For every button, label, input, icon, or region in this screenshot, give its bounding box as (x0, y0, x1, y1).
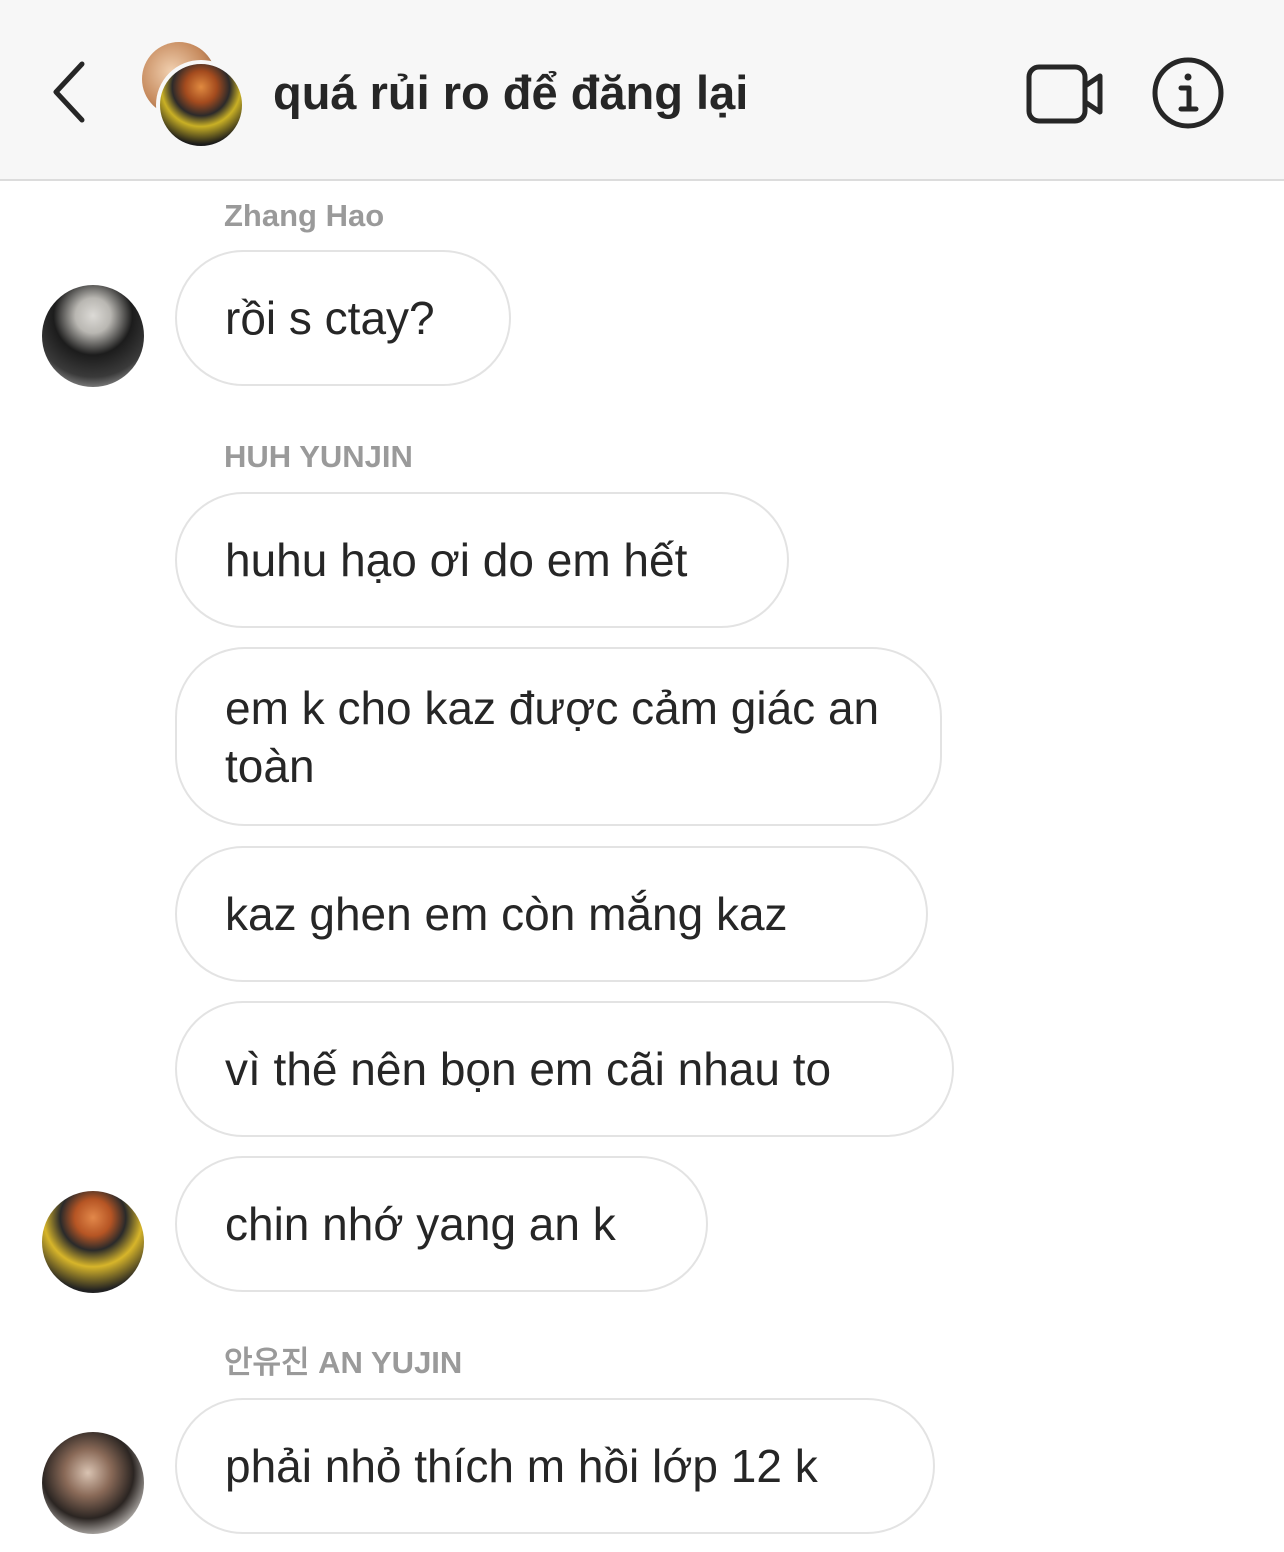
video-call-button[interactable] (1020, 58, 1108, 130)
back-button[interactable] (40, 52, 100, 132)
message-text: rồi s ctay? (225, 292, 435, 344)
message-bubble[interactable]: em k cho kaz được cảm giác an toàn (175, 647, 942, 826)
video-camera-icon (1026, 64, 1103, 124)
chat-title[interactable]: quá rủi ro để đăng lại (273, 62, 748, 124)
avatar[interactable] (42, 1191, 144, 1293)
message-bubble[interactable]: vì thế nên bọn em cãi nhau to (175, 1001, 954, 1137)
sender-name: 안유진 AN YUJIN (224, 1345, 463, 1380)
message-bubble[interactable]: kaz ghen em còn mắng kaz (175, 846, 928, 982)
message-text: phải nhỏ thích m hồi lớp 12 k (225, 1440, 818, 1492)
info-button[interactable] (1150, 55, 1226, 131)
message-text: vì thế nên bọn em cãi nhau to (225, 1043, 832, 1095)
group-avatar[interactable] (138, 40, 248, 150)
message-bubble[interactable]: rồi s ctay? (175, 250, 511, 386)
message-text: huhu hạo ơi do em hết (225, 534, 688, 586)
message-bubble[interactable]: huhu hạo ơi do em hết (175, 492, 789, 628)
message-text: kaz ghen em còn mắng kaz (225, 888, 788, 940)
group-avatar-member-2 (156, 60, 246, 150)
message-text: em k cho kaz được cảm giác an toàn (225, 681, 880, 792)
message-bubble[interactable]: chin nhớ yang an k (175, 1156, 708, 1292)
chevron-left-icon (53, 61, 85, 123)
message-text: chin nhớ yang an k (225, 1198, 616, 1250)
chat-header: quá rủi ro để đăng lại (0, 0, 1284, 181)
message-bubble[interactable]: phải nhỏ thích m hồi lớp 12 k (175, 1398, 935, 1534)
info-icon (1152, 57, 1224, 129)
sender-name: HUH YUNJIN (224, 439, 413, 474)
sender-name: Zhang Hao (224, 198, 385, 233)
avatar[interactable] (42, 285, 144, 387)
avatar[interactable] (42, 1432, 144, 1534)
